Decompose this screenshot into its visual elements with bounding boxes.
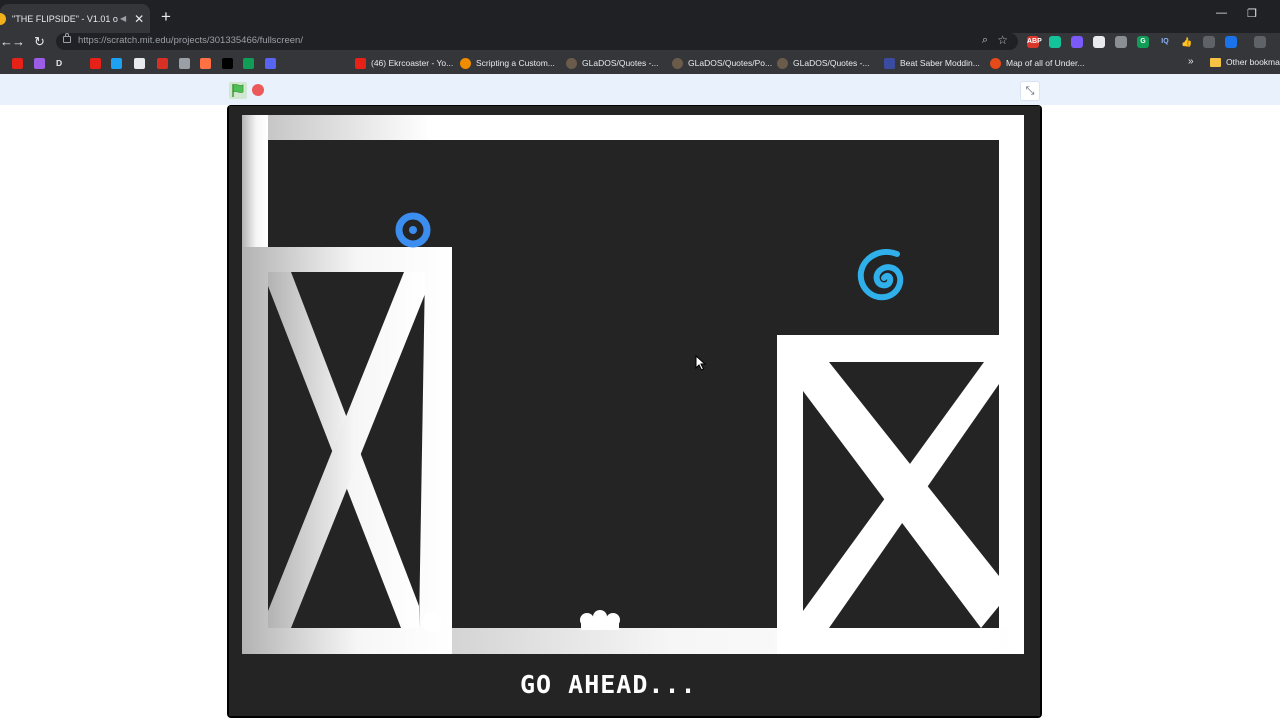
right-crate bbox=[777, 335, 999, 654]
bookmark-game[interactable] bbox=[200, 57, 211, 69]
bookmarks-bar: D (46) Ekrcoaster - Yo... Scripting a Cust… bbox=[0, 52, 1280, 74]
bookmark-label: D bbox=[56, 58, 63, 68]
bookmark-ghost-icon bbox=[134, 57, 145, 69]
right-wall bbox=[999, 115, 1024, 654]
browser-tab[interactable]: "THE FLIPSIDE" - V1.01 on Sc ◀ ✕ bbox=[0, 4, 150, 33]
bookmark-glados-2[interactable]: GLaDOS/Quotes/Po... bbox=[672, 57, 772, 69]
game-stage[interactable] bbox=[229, 106, 1040, 716]
bookmark-glados-3[interactable]: GLaDOS/Quotes -... bbox=[777, 57, 870, 69]
zoom-icon[interactable]: ⌕ bbox=[982, 34, 988, 47]
bookmark-youtube-ekrcoaster[interactable]: (46) Ekrcoaster - Yo... bbox=[355, 57, 453, 69]
audio-icon[interactable]: ◀ bbox=[120, 14, 126, 23]
reload-icon[interactable]: ↻ bbox=[34, 33, 45, 50]
bookmark-scripting-icon bbox=[460, 57, 471, 69]
left-crate bbox=[242, 247, 452, 654]
exit-fullscreen-icon[interactable]: ⤡ bbox=[1020, 81, 1040, 101]
bookmark-scripting[interactable]: Scripting a Custom... bbox=[460, 57, 555, 69]
mouse-cursor-icon bbox=[695, 355, 707, 371]
bookmark-sheets-icon bbox=[243, 57, 254, 69]
bookmark-glados-1-icon bbox=[566, 57, 577, 69]
minimize-icon[interactable]: — bbox=[1216, 7, 1227, 19]
game-message: GO AHEAD... bbox=[520, 670, 697, 699]
player-controls: ⤡ bbox=[0, 74, 1280, 105]
bookmark-gmail-icon bbox=[157, 57, 168, 69]
lock-icon bbox=[63, 33, 71, 43]
player-blob bbox=[580, 610, 620, 630]
bookmark-discord-icon bbox=[265, 57, 276, 69]
scratch-favicon-icon bbox=[0, 12, 6, 25]
bookmark-discord[interactable] bbox=[265, 57, 276, 69]
bookmark-twitter-icon bbox=[111, 57, 122, 69]
extension-gray-icon[interactable] bbox=[1115, 36, 1127, 48]
other-bookmarks-label: Other bookma bbox=[1226, 57, 1280, 67]
bookmark-label: GLaDOS/Quotes -... bbox=[793, 58, 870, 68]
extension-white-icon[interactable] bbox=[1093, 36, 1105, 48]
bookmark-scratch[interactable] bbox=[34, 57, 45, 69]
download-icon[interactable] bbox=[1225, 36, 1237, 48]
level-scene bbox=[242, 115, 1024, 654]
ceiling-wall bbox=[242, 115, 1024, 140]
bookmark-youtube-2-icon bbox=[90, 57, 101, 69]
green-flag-icon[interactable] bbox=[229, 82, 247, 99]
bookmark-label: GLaDOS/Quotes -... bbox=[582, 58, 659, 68]
bookmark-label: Map of all of Under... bbox=[1006, 58, 1085, 68]
bookmark-glados-2-icon bbox=[672, 57, 683, 69]
browser-toolbar: ← → ↻ https://scratch.mit.edu/projects/3… bbox=[0, 33, 1280, 52]
blue-ring-portal bbox=[395, 212, 431, 248]
extension-g-icon[interactable]: G bbox=[1137, 36, 1149, 48]
bookmark-glados-3-icon bbox=[777, 57, 788, 69]
bookmark-twitter[interactable] bbox=[111, 57, 122, 69]
extension-qr-icon[interactable] bbox=[1203, 36, 1215, 48]
restore-icon[interactable]: ❐ bbox=[1247, 7, 1257, 20]
bookmark-label: (46) Ekrcoaster - Yo... bbox=[371, 58, 454, 68]
extension-last-icon[interactable] bbox=[1254, 36, 1266, 48]
bookmark-map[interactable]: Map of all of Under... bbox=[990, 57, 1084, 69]
bookmark-scratch-icon bbox=[34, 57, 45, 69]
bookmark-terminal[interactable] bbox=[222, 57, 233, 69]
extension-iq-icon[interactable]: IQ bbox=[1159, 36, 1171, 48]
tab-title: "THE FLIPSIDE" - V1.01 on Sc bbox=[12, 13, 118, 24]
extension-grammarly-icon[interactable] bbox=[1049, 36, 1061, 48]
bookmark-map-icon bbox=[990, 57, 1001, 69]
extension-color-icon[interactable] bbox=[1071, 36, 1083, 48]
stop-sign-icon[interactable] bbox=[252, 84, 264, 96]
bookmark-ghost[interactable] bbox=[134, 57, 145, 69]
bookmark-youtube-2[interactable] bbox=[90, 57, 101, 69]
more-bookmarks-icon[interactable]: » bbox=[1188, 56, 1194, 67]
thumbs-up-icon[interactable]: 👍 bbox=[1181, 36, 1193, 48]
spiral-goal bbox=[857, 249, 904, 301]
bookmark-gmail[interactable] bbox=[157, 57, 168, 69]
tab-strip: "THE FLIPSIDE" - V1.01 on Sc ◀ ✕ + — ❐ bbox=[0, 0, 1280, 33]
bookmark-d[interactable]: D bbox=[56, 57, 62, 69]
other-bookmarks[interactable]: Other bookma bbox=[1210, 57, 1280, 67]
address-bar[interactable]: https://scratch.mit.edu/projects/3013354… bbox=[56, 33, 1018, 50]
bookmark-terminal-icon bbox=[222, 57, 233, 69]
bookmark-youtube-ekrcoaster-icon bbox=[355, 57, 366, 69]
bookmark-youtube-1[interactable] bbox=[12, 57, 23, 69]
floor-bump-left bbox=[422, 612, 442, 632]
bookmark-label: GLaDOS/Quotes/Po... bbox=[688, 58, 773, 68]
bookmark-chat-icon bbox=[179, 57, 190, 69]
bookmark-beat-saber[interactable]: Beat Saber Moddin... bbox=[884, 57, 980, 69]
folder-icon bbox=[1210, 57, 1221, 67]
forward-arrow-icon[interactable]: → bbox=[12, 33, 25, 50]
bookmark-sheets[interactable] bbox=[243, 57, 254, 69]
url-text: https://scratch.mit.edu/projects/3013354… bbox=[78, 35, 303, 46]
bookmark-label: Scripting a Custom... bbox=[476, 58, 555, 68]
new-tab-button[interactable]: + bbox=[156, 7, 176, 27]
bookmark-glados-1[interactable]: GLaDOS/Quotes -... bbox=[566, 57, 659, 69]
close-tab-icon[interactable]: ✕ bbox=[134, 12, 144, 26]
bookmark-chat[interactable] bbox=[179, 57, 190, 69]
bookmark-beat-saber-icon bbox=[884, 57, 895, 69]
bookmark-youtube-1-icon bbox=[12, 57, 23, 69]
bookmark-game-icon bbox=[200, 57, 211, 69]
bookmark-star-icon[interactable]: ☆ bbox=[997, 33, 1008, 47]
adblock-icon[interactable]: ABP bbox=[1027, 36, 1042, 48]
bookmark-label: Beat Saber Moddin... bbox=[900, 58, 980, 68]
